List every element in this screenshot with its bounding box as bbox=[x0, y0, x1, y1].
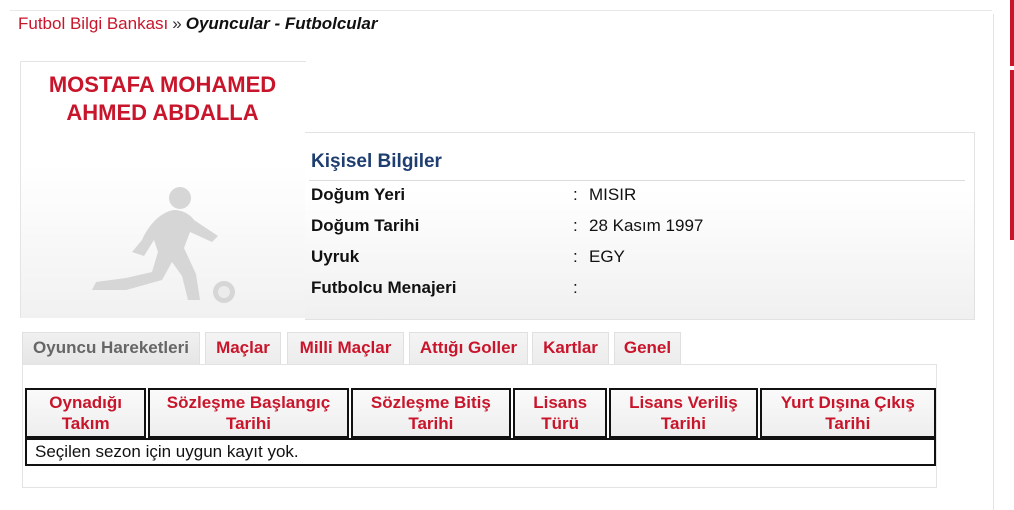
info-label: Doğum Tarihi bbox=[311, 216, 420, 235]
right-divider bbox=[993, 14, 994, 510]
tab-attigi-goller[interactable]: Attığı Goller bbox=[409, 332, 528, 364]
personal-info-divider bbox=[309, 180, 965, 181]
player-name: MOSTAFA MOHAMED AHMED ABDALLA bbox=[20, 71, 305, 127]
personal-info-title: Kişisel Bilgiler bbox=[311, 151, 442, 172]
column-header-contract-end[interactable]: Sözleşme Bitiş Tarihi bbox=[350, 388, 512, 438]
info-colon: : bbox=[573, 185, 578, 204]
tab-kartlar[interactable]: Kartlar bbox=[532, 332, 609, 364]
info-colon: : bbox=[573, 247, 578, 266]
top-divider bbox=[10, 10, 992, 11]
table-header-row: Oynadığı Takım Sözleşme Başlangıç Tarihi S… bbox=[25, 388, 936, 438]
info-label: Doğum Yeri bbox=[311, 185, 406, 204]
breadcrumb-current: Oyuncular - Futbolcular bbox=[185, 14, 378, 33]
column-header-team[interactable]: Oynadığı Takım bbox=[25, 388, 147, 438]
breadcrumb-separator: » bbox=[172, 14, 182, 33]
column-header-license-date[interactable]: Lisans Veriliş Tarihi bbox=[609, 388, 758, 438]
tab-maclar[interactable]: Maçlar bbox=[205, 332, 281, 364]
info-value: EGY bbox=[589, 247, 625, 266]
tab-milli-maclar[interactable]: Milli Maçlar bbox=[287, 332, 404, 364]
breadcrumb-home-link[interactable]: Futbol Bilgi Bankası bbox=[18, 14, 168, 33]
column-header-abroad-date[interactable]: Yurt Dışına Çıkış Tarihi bbox=[759, 388, 936, 438]
info-colon: : bbox=[573, 216, 578, 235]
info-label: Uyruk bbox=[311, 247, 360, 266]
info-value: 28 Kasım 1997 bbox=[589, 216, 704, 235]
player-name-line1: MOSTAFA MOHAMED bbox=[48, 72, 277, 97]
breadcrumb: Futbol Bilgi Bankası» Oyuncular - Futbolc… bbox=[18, 14, 377, 34]
page-edge-accent bbox=[1008, 0, 1014, 510]
empty-table-message: Seçilen sezon için uygun kayıt yok. bbox=[25, 438, 936, 466]
column-header-license-type[interactable]: Lisans Türü bbox=[513, 388, 608, 438]
player-silhouette-icon bbox=[92, 187, 235, 303]
info-value: MISIR bbox=[589, 185, 637, 204]
tab-genel[interactable]: Genel bbox=[614, 332, 681, 364]
info-colon: : bbox=[573, 278, 578, 297]
player-name-line2: AHMED ABDALLA bbox=[66, 100, 259, 125]
column-header-contract-start[interactable]: Sözleşme Başlangıç Tarihi bbox=[148, 388, 349, 438]
tab-oyuncu-hareketleri[interactable]: Oyuncu Hareketleri bbox=[22, 332, 200, 364]
info-label: Futbolcu Menajeri bbox=[311, 278, 457, 297]
transfers-table: Oynadığı Takım Sözleşme Başlangıç Tarihi S… bbox=[25, 388, 936, 438]
